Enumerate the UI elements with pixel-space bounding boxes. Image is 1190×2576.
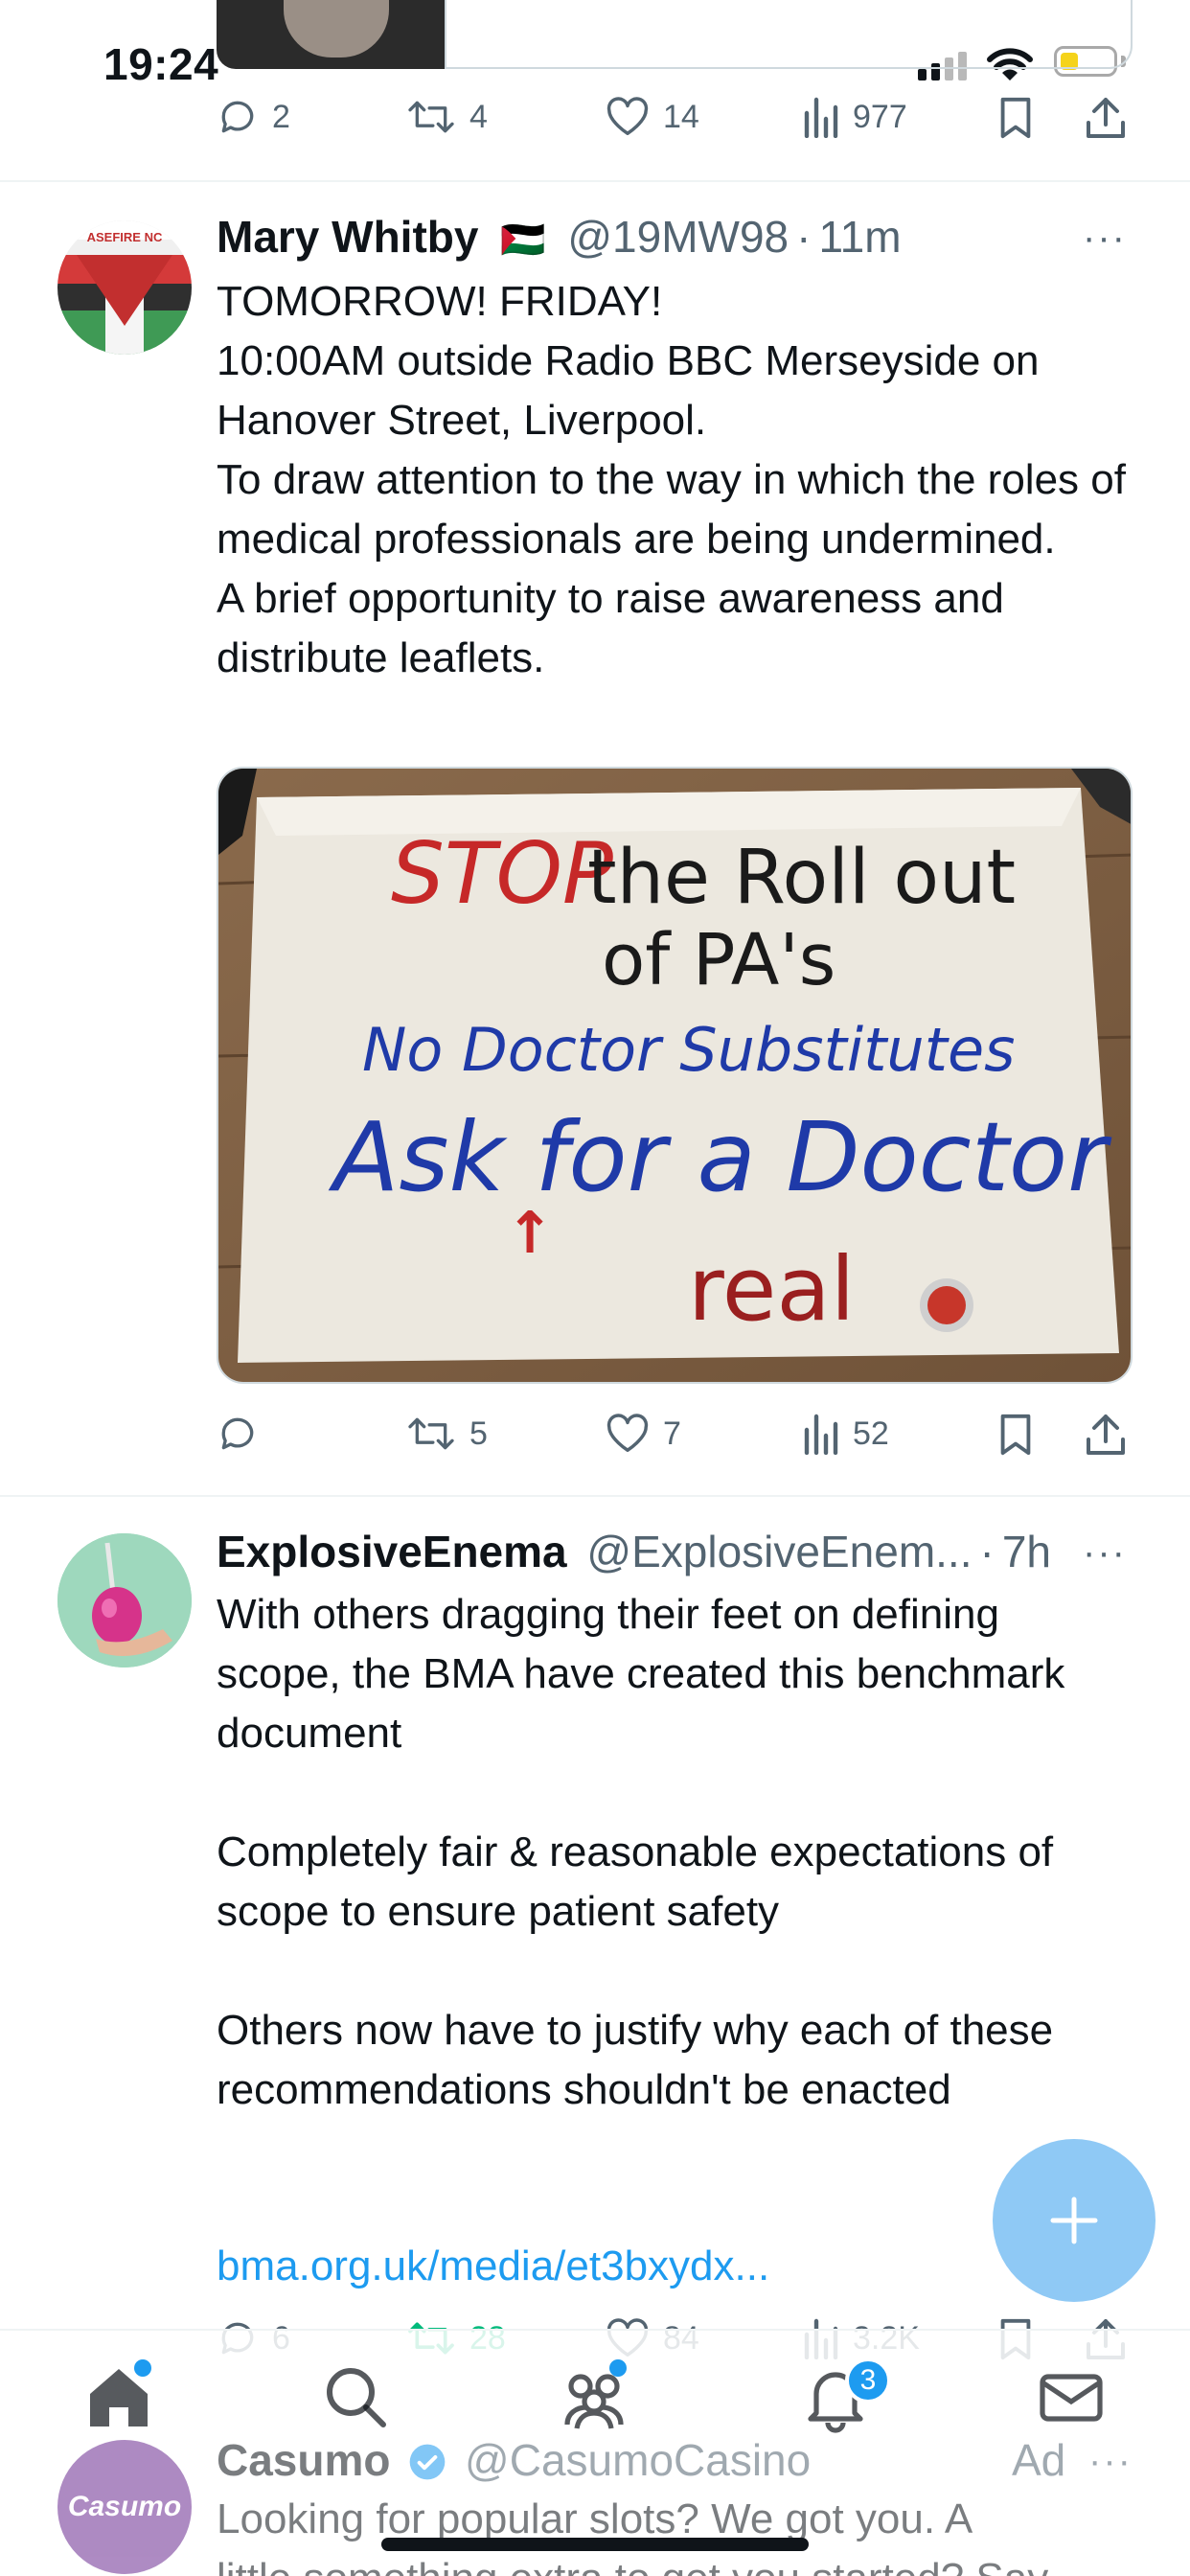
- nav-messages[interactable]: [1033, 2359, 1110, 2436]
- like-count: 7: [663, 1414, 681, 1452]
- avatar[interactable]: ASEFIRE NC: [57, 220, 192, 355]
- banner-text-substitutes: No Doctor Substitutes: [362, 1015, 1015, 1085]
- retweet-count: 5: [469, 1414, 488, 1452]
- banner-text-pas: of PA's: [602, 919, 835, 1001]
- compose-tweet-button[interactable]: [993, 2139, 1156, 2302]
- more-options-button[interactable]: ···: [1088, 2440, 1133, 2483]
- more-options-button[interactable]: ···: [1083, 217, 1127, 260]
- status-time: 19:24: [103, 39, 219, 89]
- author-handle[interactable]: @ExplosiveEnem...: [586, 1527, 972, 1576]
- tweet-text-line: little something extra to get you starte…: [217, 2555, 1048, 2576]
- author-name[interactable]: ExplosiveEnema: [217, 1527, 567, 1576]
- heart-icon: [606, 97, 649, 135]
- author-name[interactable]: Mary Whitby: [217, 212, 478, 262]
- retweet-icon: [408, 1417, 454, 1450]
- tweet-time[interactable]: 11m: [818, 212, 901, 262]
- more-options-button[interactable]: ···: [1083, 1531, 1127, 1575]
- tweet-text: TOMORROW! FRIDAY! 10:00AM outside Radio …: [217, 278, 1126, 681]
- avatar[interactable]: [57, 1533, 192, 1668]
- retweet-button[interactable]: 4: [406, 96, 488, 138]
- tweet-author-line: Casumo @CasumoCasino: [217, 2434, 811, 2486]
- views-count: 52: [853, 1414, 889, 1452]
- banner-arrow: ↑: [506, 1200, 554, 1267]
- views-icon: [804, 1414, 838, 1455]
- mail-icon: [1040, 2374, 1103, 2422]
- like-button[interactable]: 14: [606, 96, 699, 138]
- plus-icon: [1050, 2196, 1098, 2244]
- retweet-icon: [408, 101, 454, 133]
- previous-tweet-card[interactable]: [445, 0, 1133, 69]
- share-icon[interactable]: [1085, 1411, 1127, 1457]
- reply-icon: [221, 1417, 254, 1450]
- author-handle[interactable]: @19MW98: [567, 212, 789, 262]
- retweet-button[interactable]: 5: [406, 1413, 488, 1455]
- tweet-text-line: Looking for popular slots? We got you. A: [217, 2496, 973, 2542]
- reply-button[interactable]: 2: [217, 96, 290, 138]
- casumo-logo-text: Casumo: [67, 2491, 182, 2522]
- banner-text-ask: Ask for a Doctor: [328, 1101, 1112, 1213]
- banner-text-real: real: [688, 1238, 855, 1341]
- communities-new-dot: [609, 2359, 627, 2377]
- bookmark-icon[interactable]: [996, 96, 1035, 140]
- tweet-divider: [0, 180, 1190, 182]
- views-icon: [804, 97, 838, 138]
- previous-tweet-image[interactable]: [217, 0, 445, 69]
- flag-emoji: 🇵🇸: [500, 220, 546, 261]
- tweet-time[interactable]: 7h: [1002, 1527, 1051, 1576]
- avatar[interactable]: Casumo: [57, 2440, 192, 2574]
- views-button[interactable]: 52: [801, 1413, 889, 1455]
- banner-text-rollout: the Roll out: [587, 835, 1016, 921]
- heart-icon: [606, 1414, 649, 1452]
- reply-button[interactable]: [217, 1413, 272, 1455]
- enema-bulb-avatar-image: [57, 1533, 192, 1668]
- nav-search[interactable]: [316, 2359, 393, 2436]
- separator-dot: ·: [796, 212, 812, 262]
- like-button[interactable]: 7: [606, 1413, 681, 1455]
- retweet-count: 4: [469, 98, 488, 135]
- author-name[interactable]: Casumo: [217, 2435, 390, 2485]
- tweet-text: With others dragging their feet on defin…: [217, 1591, 1065, 2113]
- home-new-dot: [134, 2359, 151, 2377]
- verified-badge-icon: [409, 2444, 446, 2480]
- reply-count: 2: [272, 98, 290, 135]
- tweet-image[interactable]: STOP the Roll out of PA's No Doctor Subs…: [217, 767, 1133, 1384]
- tweet-link[interactable]: bma.org.uk/media/et3bxydx...: [217, 2237, 769, 2296]
- reply-icon: [221, 101, 254, 133]
- palestine-flag-avatar-image: ASEFIRE NC: [57, 220, 192, 355]
- views-count: 977: [853, 98, 907, 135]
- like-count: 14: [663, 98, 699, 135]
- ad-label: Ad: [1012, 2435, 1066, 2485]
- search-icon: [327, 2368, 386, 2427]
- views-button[interactable]: 977: [801, 96, 907, 138]
- author-handle[interactable]: @CasumoCasino: [465, 2435, 811, 2485]
- bookmark-icon[interactable]: [996, 1413, 1035, 1457]
- notifications-badge: 3: [845, 2358, 891, 2404]
- tweet-divider: [0, 1495, 1190, 1497]
- banner-text-stop: STOP: [391, 824, 613, 923]
- protest-banner-photo: STOP the Roll out of PA's No Doctor Subs…: [218, 769, 1131, 1382]
- home-indicator[interactable]: [381, 2538, 809, 2551]
- tweet-author-line: Mary Whitby 🇵🇸 @19MW98 · 11m: [217, 211, 902, 263]
- tweet-author-line: ExplosiveEnema @ExplosiveEnem... · 7h: [217, 1526, 1051, 1577]
- separator-dot: ·: [979, 1527, 995, 1576]
- share-icon[interactable]: [1085, 94, 1127, 140]
- svg-text:ASEFIRE NC: ASEFIRE NC: [87, 230, 163, 244]
